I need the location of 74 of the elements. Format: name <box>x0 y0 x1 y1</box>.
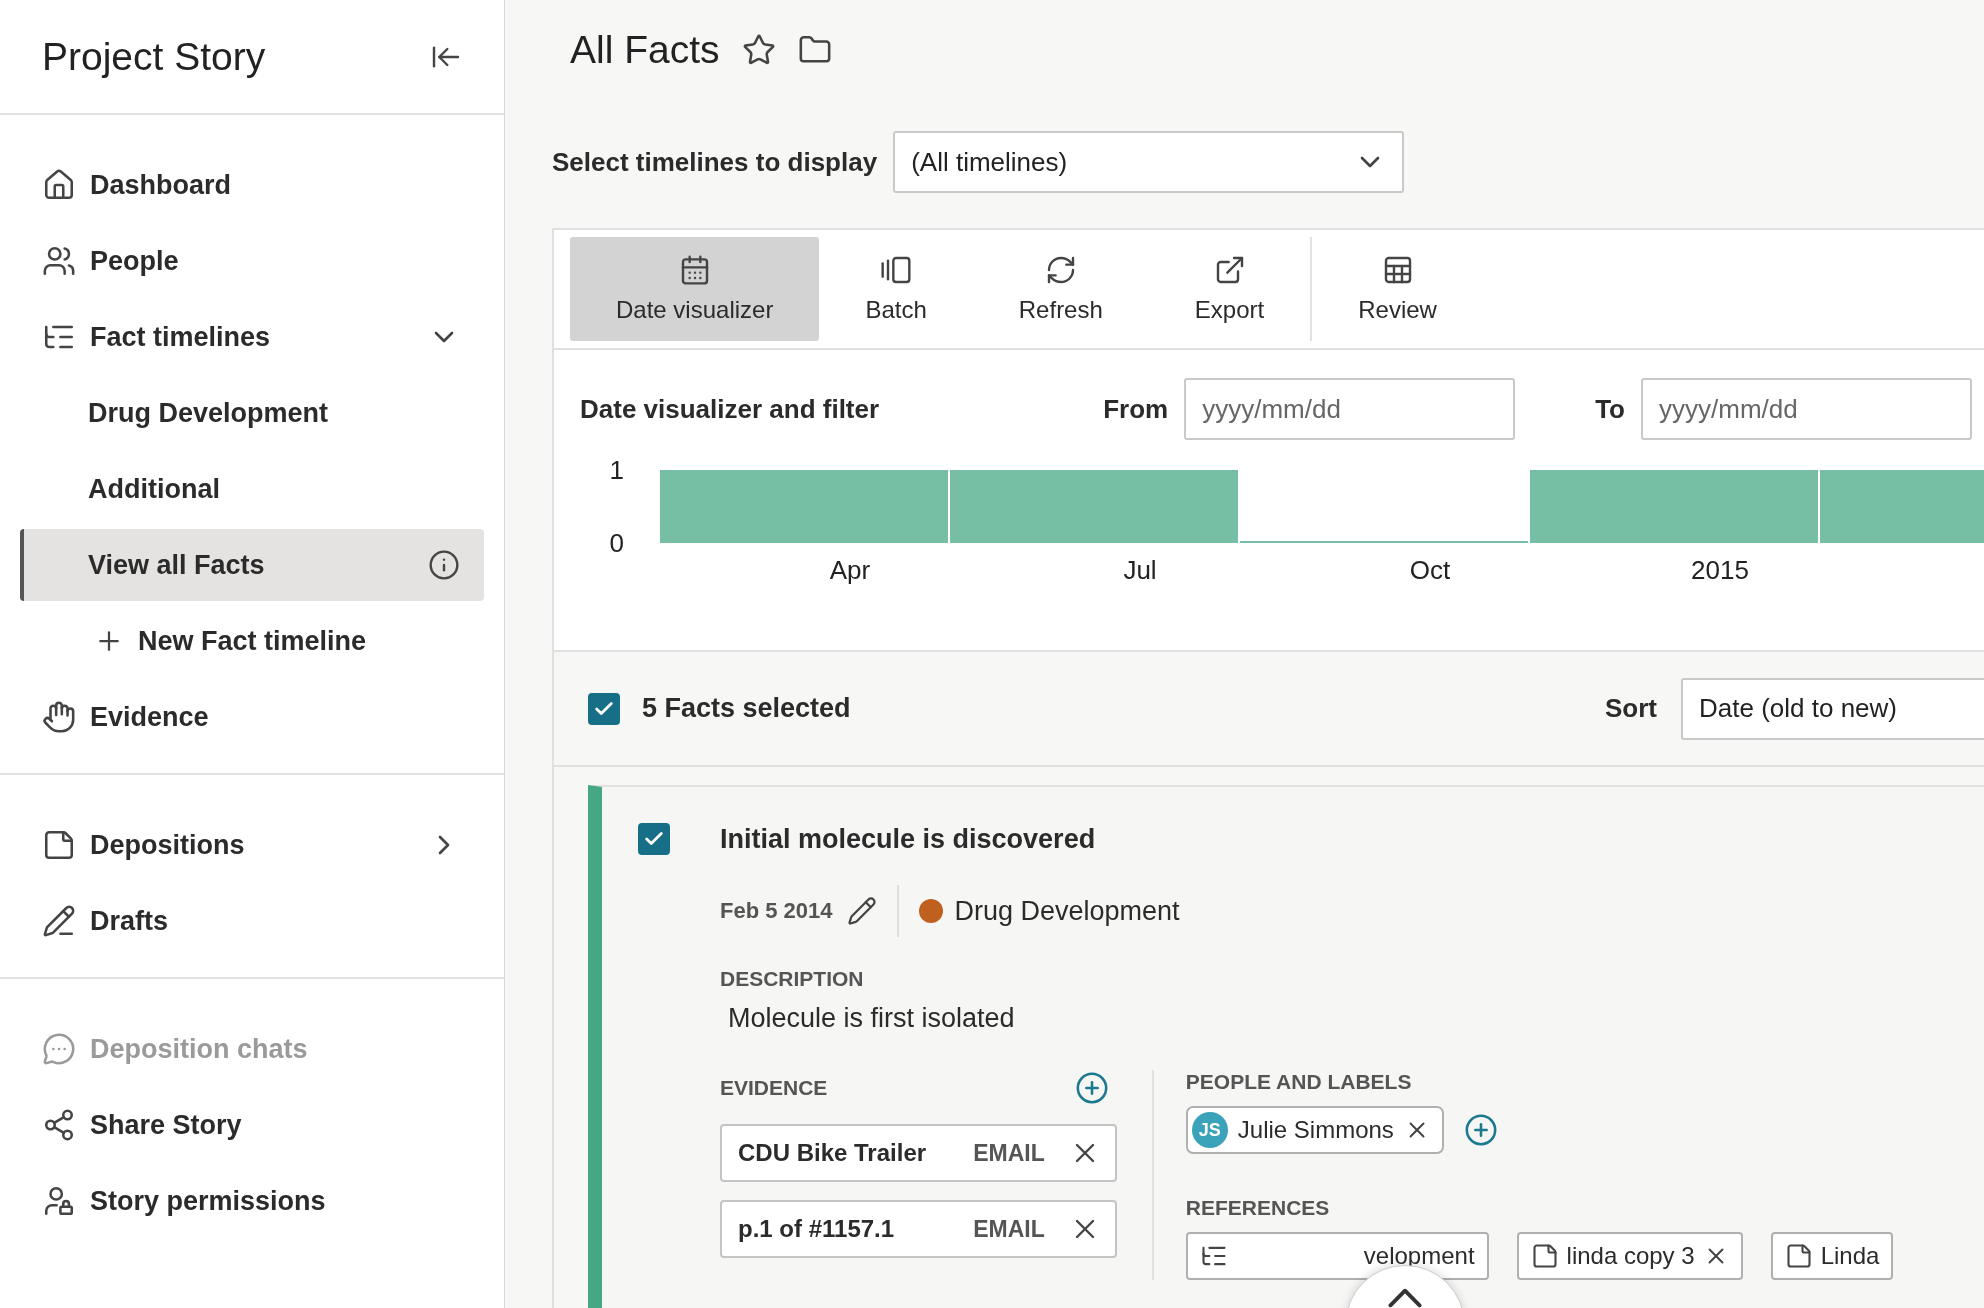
add-evidence-button[interactable] <box>1074 1071 1109 1105</box>
reference-name: velopment <box>1363 1242 1475 1270</box>
axis-label: 1 <box>609 456 624 485</box>
evidence-type: EMAIL <box>973 1215 1045 1243</box>
evidence-name: CDU Bike Trailer <box>738 1139 928 1167</box>
note-icon <box>42 828 76 862</box>
sidebar-item[interactable]: Story permissions <box>20 1165 484 1237</box>
house-icon <box>42 168 76 202</box>
chat-icon <box>42 1032 76 1066</box>
sidebar-item[interactable]: View all Facts <box>20 529 484 601</box>
info-icon <box>428 549 460 581</box>
field-label: To <box>1595 393 1625 425</box>
axis-label: 2015 <box>1691 555 1749 585</box>
select-all-checkbox[interactable] <box>588 692 620 725</box>
note-icon <box>1530 1242 1559 1270</box>
axis-label: Jul <box>1123 555 1157 585</box>
fact-description: Molecule is first isolated <box>728 1003 1016 1034</box>
sidebar-item[interactable]: Evidence <box>20 681 484 753</box>
sidebar-item[interactable]: Depositions <box>20 809 484 881</box>
sidebar-item[interactable]: Share Story <box>20 1089 484 1161</box>
new-timeline-link[interactable]: New Fact timeline <box>20 605 484 677</box>
section-label: REFERENCES <box>1185 1196 1331 1220</box>
sort-label: Sort <box>1605 693 1657 724</box>
person-name: Julie Simmons <box>1237 1116 1394 1144</box>
reference-name: linda copy 3 <box>1566 1242 1695 1270</box>
field-label: From <box>1103 393 1169 425</box>
toolbar-button[interactable]: Date visualizer <box>570 237 820 341</box>
selection-count: 5 Facts selected <box>642 693 852 724</box>
page-title: All Facts <box>570 28 720 72</box>
evidence-name: p.1 of #1157.1 <box>738 1215 896 1243</box>
add-person-button[interactable] <box>1463 1113 1498 1147</box>
section-title: Date visualizer and filter <box>580 393 881 425</box>
fact-checkbox[interactable] <box>638 823 670 855</box>
fact-date: Feb 5 2014 <box>720 898 833 924</box>
timeline-name: Drug Development <box>954 895 1180 927</box>
sort-dropdown[interactable]: Date (old to new) <box>1681 677 1984 740</box>
reference-chip[interactable]: Linda <box>1770 1232 1894 1280</box>
sidebar-item[interactable]: People <box>20 225 484 297</box>
section-label: EVIDENCE <box>720 1076 828 1100</box>
app-title: Project Story <box>42 34 266 79</box>
sidebar-item[interactable]: Additional <box>20 453 484 525</box>
people-icon <box>42 244 76 278</box>
avatar: JS <box>1191 1112 1228 1148</box>
toolbar-button[interactable]: Review <box>1312 237 1483 341</box>
sidebar-item[interactable]: Fact timelines <box>20 301 484 373</box>
reference-name: Linda <box>1820 1242 1880 1270</box>
batch-icon <box>880 254 913 286</box>
user-lock-icon <box>42 1184 76 1218</box>
axis-label: Apr <box>829 555 871 585</box>
sidebar-item[interactable]: Drug Development <box>20 377 484 449</box>
pencil-icon <box>42 904 76 938</box>
timeline-dropdown[interactable]: (All timelines) <box>893 131 1405 193</box>
edit-date-button[interactable] <box>846 896 877 926</box>
reference-chip[interactable]: velopment <box>1185 1232 1489 1280</box>
section-label: PEOPLE AND LABELS <box>1185 1070 1413 1094</box>
toolbar-button[interactable]: Export <box>1148 237 1311 341</box>
axis-label: 0 <box>609 528 624 558</box>
sidebar-item[interactable]: Dashboard <box>20 149 484 221</box>
note-icon <box>1784 1242 1813 1270</box>
axis-label: Oct <box>1409 555 1451 585</box>
share-icon <box>42 1108 76 1142</box>
reference-chip[interactable]: linda copy 3 <box>1516 1232 1743 1280</box>
section-label: DESCRIPTION <box>720 967 865 991</box>
chevron-up-icon <box>1388 1288 1422 1308</box>
star-button[interactable] <box>741 33 776 67</box>
toolbar-button[interactable]: Batch <box>819 237 973 341</box>
from-date-field[interactable]: yyyy/mm/dd <box>1184 378 1516 440</box>
sidebar-item[interactable]: Drafts <box>20 885 484 957</box>
hand-icon <box>42 700 76 734</box>
field-label: Select timelines to display <box>552 146 878 178</box>
fact-title: Initial molecule is discovered <box>720 823 1097 855</box>
toolbar-button[interactable]: Refresh <box>972 237 1149 341</box>
evidence-type: EMAIL <box>973 1139 1045 1167</box>
to-date-field[interactable]: yyyy/mm/dd <box>1641 378 1972 440</box>
